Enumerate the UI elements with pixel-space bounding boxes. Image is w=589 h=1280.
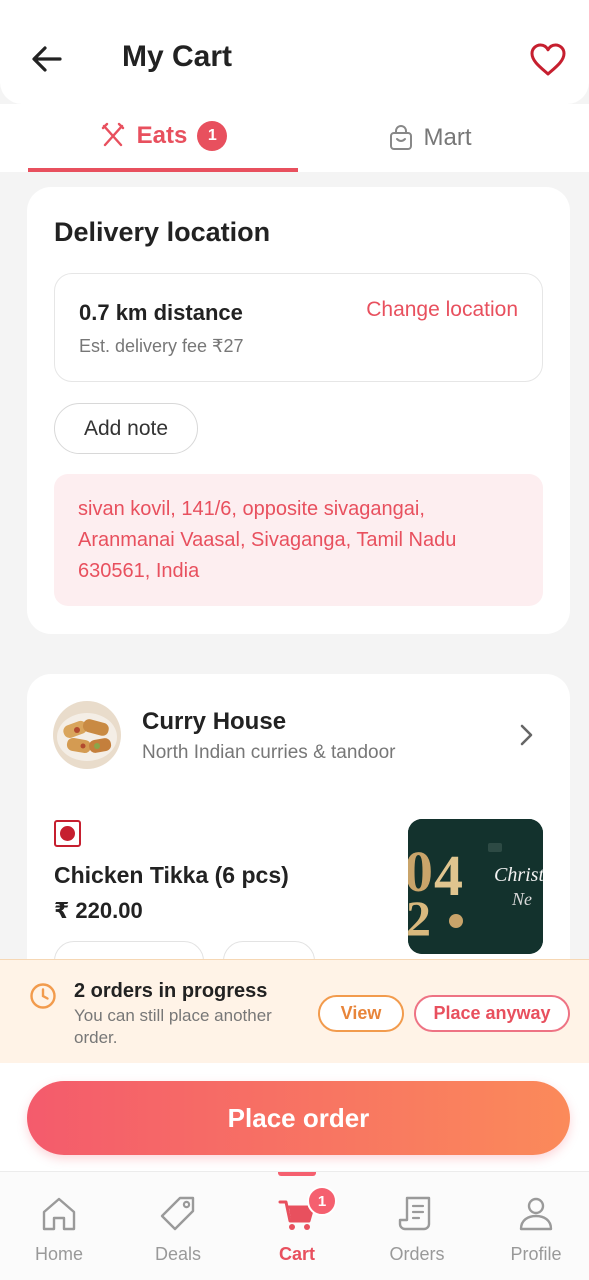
utensils-icon: [101, 122, 124, 147]
tab-mart-label: Mart: [423, 124, 472, 151]
tab-eats-label: Eats: [136, 122, 188, 149]
cart-item-name: Chicken Tikka (6 pcs): [54, 862, 289, 888]
nav-cart-label: Cart: [278, 1244, 315, 1264]
bottom-navigation: Home Deals 1 Cart Orders Profile: [0, 1171, 589, 1280]
favorite-button[interactable]: [528, 40, 568, 80]
nav-home-label: Home: [34, 1244, 83, 1264]
receipt-icon: [398, 1196, 431, 1231]
cart-count-badge: 1: [307, 1186, 337, 1216]
tab-eats-badge: 1: [197, 121, 228, 151]
change-location-link[interactable]: Change location: [366, 298, 518, 322]
restaurant-card: Curry House North Indian curries & tando…: [27, 674, 570, 1004]
delivery-location-card: Delivery location 0.7 km distance Est. d…: [27, 187, 570, 634]
distance-info-box: 0.7 km distance Est. delivery fee ₹27 Ch…: [54, 273, 543, 382]
nav-deals[interactable]: Deals: [119, 1172, 237, 1280]
restaurant-avatar: [53, 701, 121, 769]
svg-text:Ne: Ne: [511, 889, 532, 909]
place-anyway-button[interactable]: Place anyway: [414, 995, 570, 1032]
restaurant-name[interactable]: Curry House: [142, 708, 286, 736]
home-icon: [42, 1197, 76, 1231]
back-button[interactable]: [26, 38, 68, 80]
view-orders-button[interactable]: View: [318, 995, 404, 1032]
svg-text:Christ: Christ: [494, 864, 543, 886]
svg-text:2: 2: [408, 890, 431, 946]
cart-tabs: Eats 1 Mart: [0, 104, 589, 172]
clock-icon: [30, 983, 56, 1009]
restaurant-open-button[interactable]: [515, 722, 537, 748]
nav-profile-label: Profile: [510, 1244, 562, 1264]
tab-eats[interactable]: Eats 1: [28, 104, 298, 172]
svg-text:4: 4: [434, 843, 463, 908]
orders-in-progress-title: 2 orders in progress: [74, 980, 268, 1002]
delivery-address: sivan kovil, 141/6, opposite sivagangai,…: [54, 474, 543, 606]
nav-home[interactable]: Home: [0, 1172, 118, 1280]
arrow-left-icon: [32, 46, 62, 72]
tag-icon: [160, 1196, 195, 1231]
nav-deals-label: Deals: [154, 1244, 202, 1264]
nav-active-indicator: [278, 1172, 316, 1176]
heart-outline-icon: [530, 43, 566, 76]
place-order-button[interactable]: Place order: [27, 1081, 570, 1155]
tab-mart[interactable]: Mart: [298, 104, 561, 172]
nav-orders-label: Orders: [389, 1244, 445, 1264]
delivery-fee-text: Est. delivery fee ₹27: [79, 336, 244, 356]
cart-item-price: ₹ 220.00: [54, 898, 143, 923]
non-veg-icon: [54, 820, 81, 847]
distance-text: 0.7 km distance: [79, 300, 243, 325]
page-title: My Cart: [122, 40, 233, 73]
delivery-location-title: Delivery location: [54, 217, 271, 247]
cart-item-image: 0 4 2 Christ Ne: [408, 819, 543, 954]
restaurant-cuisine: North Indian curries & tandoor: [142, 742, 396, 763]
nav-profile[interactable]: Profile: [477, 1172, 589, 1280]
app-header: My Cart: [0, 0, 589, 104]
restaurant-food-image: [53, 701, 121, 769]
orders-in-progress-subtitle: You can still place another order.: [74, 1006, 272, 1047]
shopping-bag-icon: [389, 125, 412, 150]
chevron-right-icon: [520, 724, 533, 746]
nav-cart[interactable]: 1 Cart: [238, 1172, 356, 1280]
orders-in-progress-banner: 2 orders in progress You can still place…: [0, 959, 589, 1063]
item-promo-image: 0 4 2 Christ Ne: [408, 819, 543, 954]
nav-orders[interactable]: Orders: [358, 1172, 476, 1280]
user-icon: [519, 1197, 553, 1231]
add-note-button[interactable]: Add note: [54, 403, 198, 454]
checkout-area: Place order: [0, 1063, 589, 1171]
